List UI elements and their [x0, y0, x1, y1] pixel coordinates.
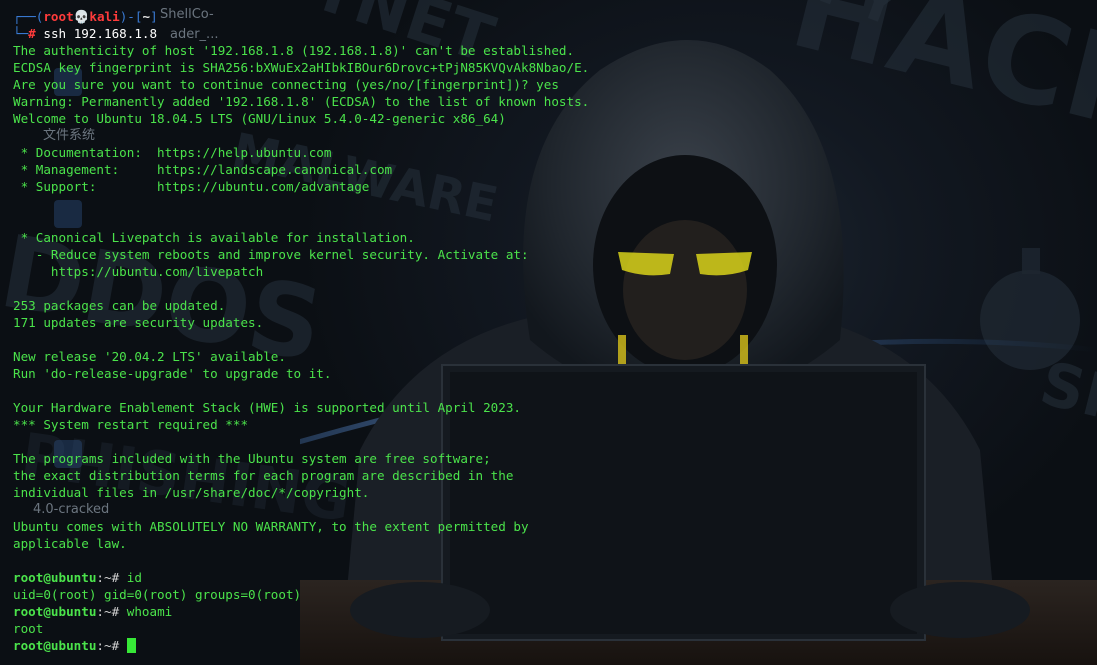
- output-line: New release '20.04.2 LTS' available.: [13, 349, 286, 364]
- output-line: Welcome to Ubuntu 18.04.5 LTS (GNU/Linux…: [13, 111, 506, 126]
- output-line: *** System restart required ***: [13, 417, 249, 432]
- skull-icon: 💀: [73, 9, 90, 24]
- prompt-host: kali: [89, 9, 120, 24]
- output-line: 171 updates are security updates.: [13, 315, 264, 330]
- ubuntu-prompt-line: root@ubuntu:~# id: [13, 569, 1083, 586]
- kali-command-line: └─# ssh 192.168.1.8: [13, 26, 158, 41]
- ubuntu-command: [119, 638, 127, 653]
- output-line: The programs included with the Ubuntu sy…: [13, 451, 491, 466]
- output-line: - Reduce system reboots and improve kern…: [13, 247, 529, 262]
- terminal-window[interactable]: BOTNET HACK MALWARE DDOS SPY SPA PHISHIN…: [0, 0, 1097, 665]
- ubuntu-path: :~: [96, 638, 112, 653]
- output-line: * Canonical Livepatch is available for i…: [13, 230, 415, 245]
- output-line: ECDSA key fingerprint is SHA256:bXWuEx2a…: [13, 60, 590, 75]
- output-line: individual files in /usr/share/doc/*/cop…: [13, 485, 370, 500]
- output-line: Run 'do-release-upgrade' to upgrade to i…: [13, 366, 332, 381]
- remote-session-block: root@ubuntu:~# id uid=0(root) gid=0(root)…: [13, 569, 1083, 654]
- output-line: * Management: https://landscape.canonica…: [13, 162, 393, 177]
- command-output-line: root: [13, 621, 44, 636]
- output-line: https://ubuntu.com/livepatch: [13, 264, 264, 279]
- ubuntu-path: :~: [96, 570, 112, 585]
- output-line: the exact distribution terms for each pr…: [13, 468, 514, 483]
- output-line: 253 packages can be updated.: [13, 298, 226, 313]
- ubuntu-user-host: root@ubuntu: [13, 604, 97, 619]
- ubuntu-user-host: root@ubuntu: [13, 638, 97, 653]
- output-line: The authenticity of host '192.168.1.8 (1…: [13, 43, 575, 58]
- terminal-output[interactable]: ┌──(root💀kali)-[~] └─# ssh 192.168.1.8 T…: [13, 0, 1083, 654]
- output-line: * Support: https://ubuntu.com/advantage: [13, 179, 370, 194]
- output-line: Warning: Permanently added '192.168.1.8'…: [13, 94, 590, 109]
- prompt-user: root: [43, 9, 74, 24]
- command-output-line: uid=0(root) gid=0(root) groups=0(root): [13, 587, 302, 602]
- cursor-block[interactable]: [126, 638, 136, 653]
- ubuntu-prompt-line: root@ubuntu:~# whoami: [13, 603, 1083, 620]
- prompt-path: ~: [142, 9, 151, 24]
- ubuntu-command: id: [119, 570, 142, 585]
- output-line: Ubuntu comes with ABSOLUTELY NO WARRANTY…: [13, 519, 529, 534]
- output-line: * Documentation: https://help.ubuntu.com: [13, 145, 332, 160]
- kali-prompt-line: ┌──(root💀kali)-[~]: [13, 9, 158, 24]
- output-line: Are you sure you want to continue connec…: [13, 77, 559, 92]
- ubuntu-command: whoami: [119, 604, 173, 619]
- ubuntu-user-host: root@ubuntu: [13, 570, 97, 585]
- ubuntu-prompt-line: root@ubuntu:~#: [13, 637, 1083, 654]
- ssh-command: ssh 192.168.1.8: [43, 26, 158, 41]
- output-line: Your Hardware Enablement Stack (HWE) is …: [13, 400, 521, 415]
- output-line: applicable law.: [13, 536, 127, 551]
- ubuntu-path: :~: [96, 604, 112, 619]
- ssh-output-block: The authenticity of host '192.168.1.8 (1…: [13, 42, 1083, 569]
